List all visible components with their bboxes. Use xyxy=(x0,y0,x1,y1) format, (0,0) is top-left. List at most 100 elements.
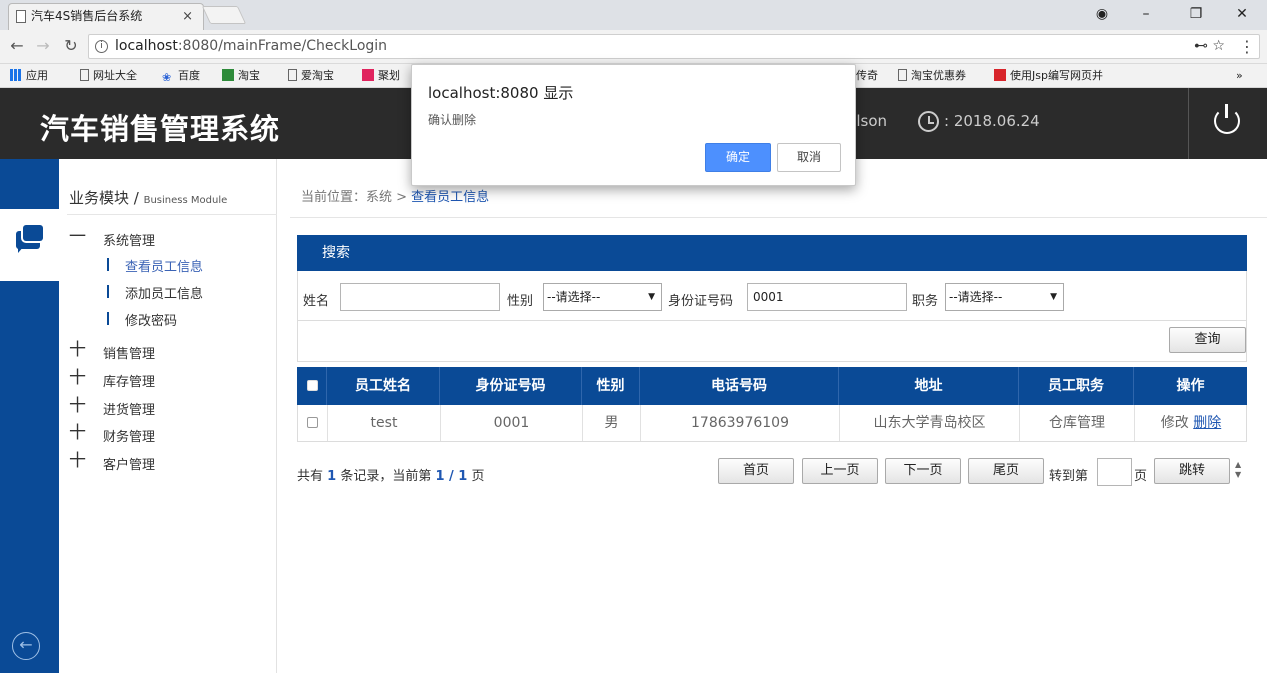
confirm-ok-button[interactable]: 确定 xyxy=(705,143,771,172)
juhuasuan-icon xyxy=(362,69,374,81)
browser-tab[interactable]: 汽车4S销售后台系统 × xyxy=(8,3,204,30)
reload-icon[interactable]: ↻ xyxy=(60,36,82,55)
chat-icon xyxy=(16,225,43,253)
menu-icon[interactable]: ⋮ xyxy=(1239,37,1255,56)
last-page-button[interactable]: 尾页 xyxy=(968,458,1044,484)
confirm-cancel-button[interactable]: 取消 xyxy=(777,143,841,172)
new-tab-button[interactable] xyxy=(201,6,247,24)
id-number-label: 身份证号码 xyxy=(668,294,734,309)
page-icon xyxy=(80,69,89,81)
spinner-icon[interactable]: ▲ ▼ xyxy=(1235,460,1241,480)
pager-summary: 共有 1 条记录，当前第 1 / 1 页 xyxy=(297,469,485,484)
select-all-checkbox[interactable] xyxy=(307,380,318,391)
key-star-icons[interactable]: ⊷ ☆ xyxy=(1194,35,1225,58)
gender-select[interactable]: --请选择-- ▼ xyxy=(543,283,662,311)
csdn-icon xyxy=(994,69,1006,81)
divider xyxy=(290,217,1267,218)
bookmark-item[interactable]: 使用Jsp编写网页并 xyxy=(994,68,1103,84)
menu-view-employees[interactable]: 查看员工信息 xyxy=(107,256,203,275)
sidebar-menu: 业务模块 / Business Module 一系统管理 查看员工信息 添加员工… xyxy=(59,159,277,673)
rail-item-business[interactable] xyxy=(0,209,59,281)
close-window-icon[interactable]: ✕ xyxy=(1220,0,1264,28)
menu-change-password[interactable]: 修改密码 xyxy=(107,310,177,329)
power-icon[interactable] xyxy=(1214,104,1240,134)
browser-tabstrip: 汽车4S销售后台系统 × ◉ – ❐ ✕ xyxy=(0,0,1267,30)
bookmark-item[interactable]: 爱淘宝 xyxy=(288,68,334,84)
col-gender: 性别 xyxy=(582,367,640,405)
query-button[interactable]: 查询 xyxy=(1169,327,1246,353)
dropdown-arrow-icon: ▼ xyxy=(1050,292,1057,302)
confirm-dialog: localhost:8080 显示 确认删除 确定 取消 xyxy=(411,64,856,186)
id-number-input[interactable]: 0001 xyxy=(747,283,907,311)
divider xyxy=(1188,88,1189,159)
back-icon[interactable]: ← xyxy=(6,36,28,55)
col-actions: 操作 xyxy=(1176,378,1205,394)
clock-icon xyxy=(918,111,939,132)
forward-icon[interactable]: → xyxy=(32,36,54,55)
col-id-number: 身份证号码 xyxy=(440,367,582,405)
search-actions xyxy=(297,321,1247,362)
url-host: localhost xyxy=(115,38,178,54)
first-page-button[interactable]: 首页 xyxy=(718,458,794,484)
prev-page-button[interactable]: 上一页 xyxy=(802,458,878,484)
expand-icon: 十 xyxy=(69,368,86,388)
delete-link[interactable]: 删除 xyxy=(1193,415,1221,431)
breadcrumb-current[interactable]: 查看员工信息 xyxy=(411,190,489,205)
menu-add-employee[interactable]: 添加员工信息 xyxy=(107,283,203,302)
row-select-cell xyxy=(298,405,328,441)
collapse-arrow-icon[interactable]: ← xyxy=(12,632,40,660)
expand-icon: 十 xyxy=(69,396,86,416)
name-input[interactable] xyxy=(340,283,500,311)
menu-purchase[interactable]: 十进货管理 xyxy=(69,398,155,419)
info-icon[interactable]: i xyxy=(95,40,108,53)
col-phone: 电话号码 xyxy=(640,367,839,405)
row-checkbox[interactable] xyxy=(307,417,318,428)
profile-icon[interactable]: ◉ xyxy=(1080,0,1124,28)
restore-icon[interactable]: ❐ xyxy=(1174,0,1218,28)
cell-position: 仓库管理 xyxy=(1020,405,1135,441)
edit-link[interactable]: 修改 xyxy=(1161,415,1189,431)
cell-address: 山东大学青岛校区 xyxy=(840,405,1020,441)
url-field[interactable]: i localhost:8080/mainFrame/CheckLogin ⊷ … xyxy=(88,34,1260,59)
cell-actions: 修改 删除 xyxy=(1135,405,1247,441)
tab-title: 汽车4S销售后台系统 xyxy=(31,9,143,23)
expand-icon: 十 xyxy=(69,423,86,443)
expand-icon: 十 xyxy=(69,451,86,471)
menu-inventory[interactable]: 十库存管理 xyxy=(69,370,155,391)
module-title: 业务模块 / Business Module xyxy=(69,189,228,207)
apps-icon xyxy=(10,69,22,81)
cell-gender: 男 xyxy=(583,405,641,441)
dialog-message: 确认删除 xyxy=(428,113,477,127)
jump-button[interactable]: 跳转 xyxy=(1154,458,1230,484)
bookmark-item[interactable]: 聚划 xyxy=(362,68,400,84)
position-label: 职务 xyxy=(912,294,939,309)
position-select[interactable]: --请选择-- ▼ xyxy=(945,283,1064,311)
collapse-icon: 一 xyxy=(69,227,86,247)
left-rail: ← xyxy=(0,159,59,673)
menu-finance[interactable]: 十财务管理 xyxy=(69,425,155,446)
bookmarks-more[interactable]: » xyxy=(1236,68,1243,84)
bookmark-item[interactable]: 淘宝 xyxy=(222,68,260,84)
bookmark-item[interactable]: 传奇 xyxy=(856,68,878,84)
minimize-icon[interactable]: – xyxy=(1124,0,1168,28)
name-label: 姓名 xyxy=(303,294,330,309)
next-page-button[interactable]: 下一页 xyxy=(885,458,961,484)
search-panel-title: 搜索 xyxy=(297,235,1247,271)
menu-system-management[interactable]: 一系统管理 xyxy=(69,229,155,250)
dialog-title: localhost:8080 显示 xyxy=(428,84,574,102)
page-number-input[interactable] xyxy=(1097,458,1132,486)
app-title: 汽车销售管理系统 xyxy=(40,112,281,146)
tab-close-icon[interactable]: × xyxy=(182,4,193,29)
col-position: 员工职务 xyxy=(1019,367,1134,405)
breadcrumb: 当前位置：系统 > 查看员工信息 xyxy=(301,190,490,205)
bookmark-item[interactable]: ❀ 百度 xyxy=(162,68,200,84)
bookmark-item[interactable]: 网址大全 xyxy=(80,68,137,84)
menu-customers[interactable]: 十客户管理 xyxy=(69,453,155,474)
baidu-icon: ❀ xyxy=(162,71,172,84)
menu-sales[interactable]: 十销售管理 xyxy=(69,342,155,363)
col-address: 地址 xyxy=(839,367,1019,405)
expand-icon: 十 xyxy=(69,340,86,360)
bookmark-item[interactable]: 淘宝优惠券 xyxy=(898,68,966,84)
dropdown-arrow-icon: ▼ xyxy=(648,292,655,302)
bookmark-apps[interactable]: 应用 xyxy=(10,68,48,84)
